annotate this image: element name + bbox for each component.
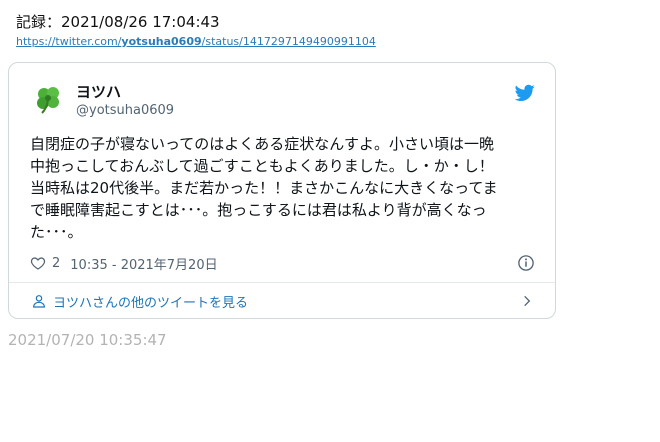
capture-timestamp: 2021/07/20 10:35:47 bbox=[8, 331, 167, 349]
tweet-timestamp[interactable]: 10:35 - 2021年7月20日 bbox=[70, 254, 217, 273]
url-suffix: /status/1417297149490991104 bbox=[201, 35, 376, 48]
tweet-card: ヨツハ @yotsuha0609 自閉症の子が寝ないってのはよくある症状なんすよ… bbox=[8, 62, 556, 319]
heart-icon[interactable] bbox=[30, 255, 46, 271]
person-icon bbox=[33, 295, 45, 308]
url-user: yotsuha0609 bbox=[121, 35, 202, 48]
four-leaf-clover-icon[interactable] bbox=[31, 82, 67, 118]
info-icon[interactable] bbox=[517, 254, 535, 272]
tweet-text: 自閉症の子が寝ないってのはよくある症状なんすよ。小さい頃は一晩 中抱っこしておん… bbox=[30, 135, 498, 241]
tweet-meta: 2 10:35 - 2021年7月20日 bbox=[30, 253, 218, 273]
card-divider bbox=[9, 282, 555, 283]
like-count[interactable]: 2 bbox=[52, 256, 60, 271]
more-tweets-label: ヨツハさんの他のツイートを見る bbox=[53, 295, 249, 311]
author-handle[interactable]: @yotsuha0609 bbox=[76, 103, 174, 118]
chevron-right-icon[interactable] bbox=[520, 294, 534, 308]
author-name[interactable]: ヨツハ bbox=[76, 81, 121, 102]
tweet-url-link[interactable]: https://twitter.com/yotsuha0609/status/1… bbox=[16, 35, 376, 48]
twitter-bird-icon[interactable] bbox=[515, 84, 535, 102]
url-prefix: https://twitter.com/ bbox=[16, 35, 122, 48]
record-timestamp: 記録：2021/08/26 17:04:43 bbox=[16, 13, 220, 31]
more-tweets-link[interactable]: ヨツハさんの他のツイートを見る bbox=[31, 290, 248, 312]
